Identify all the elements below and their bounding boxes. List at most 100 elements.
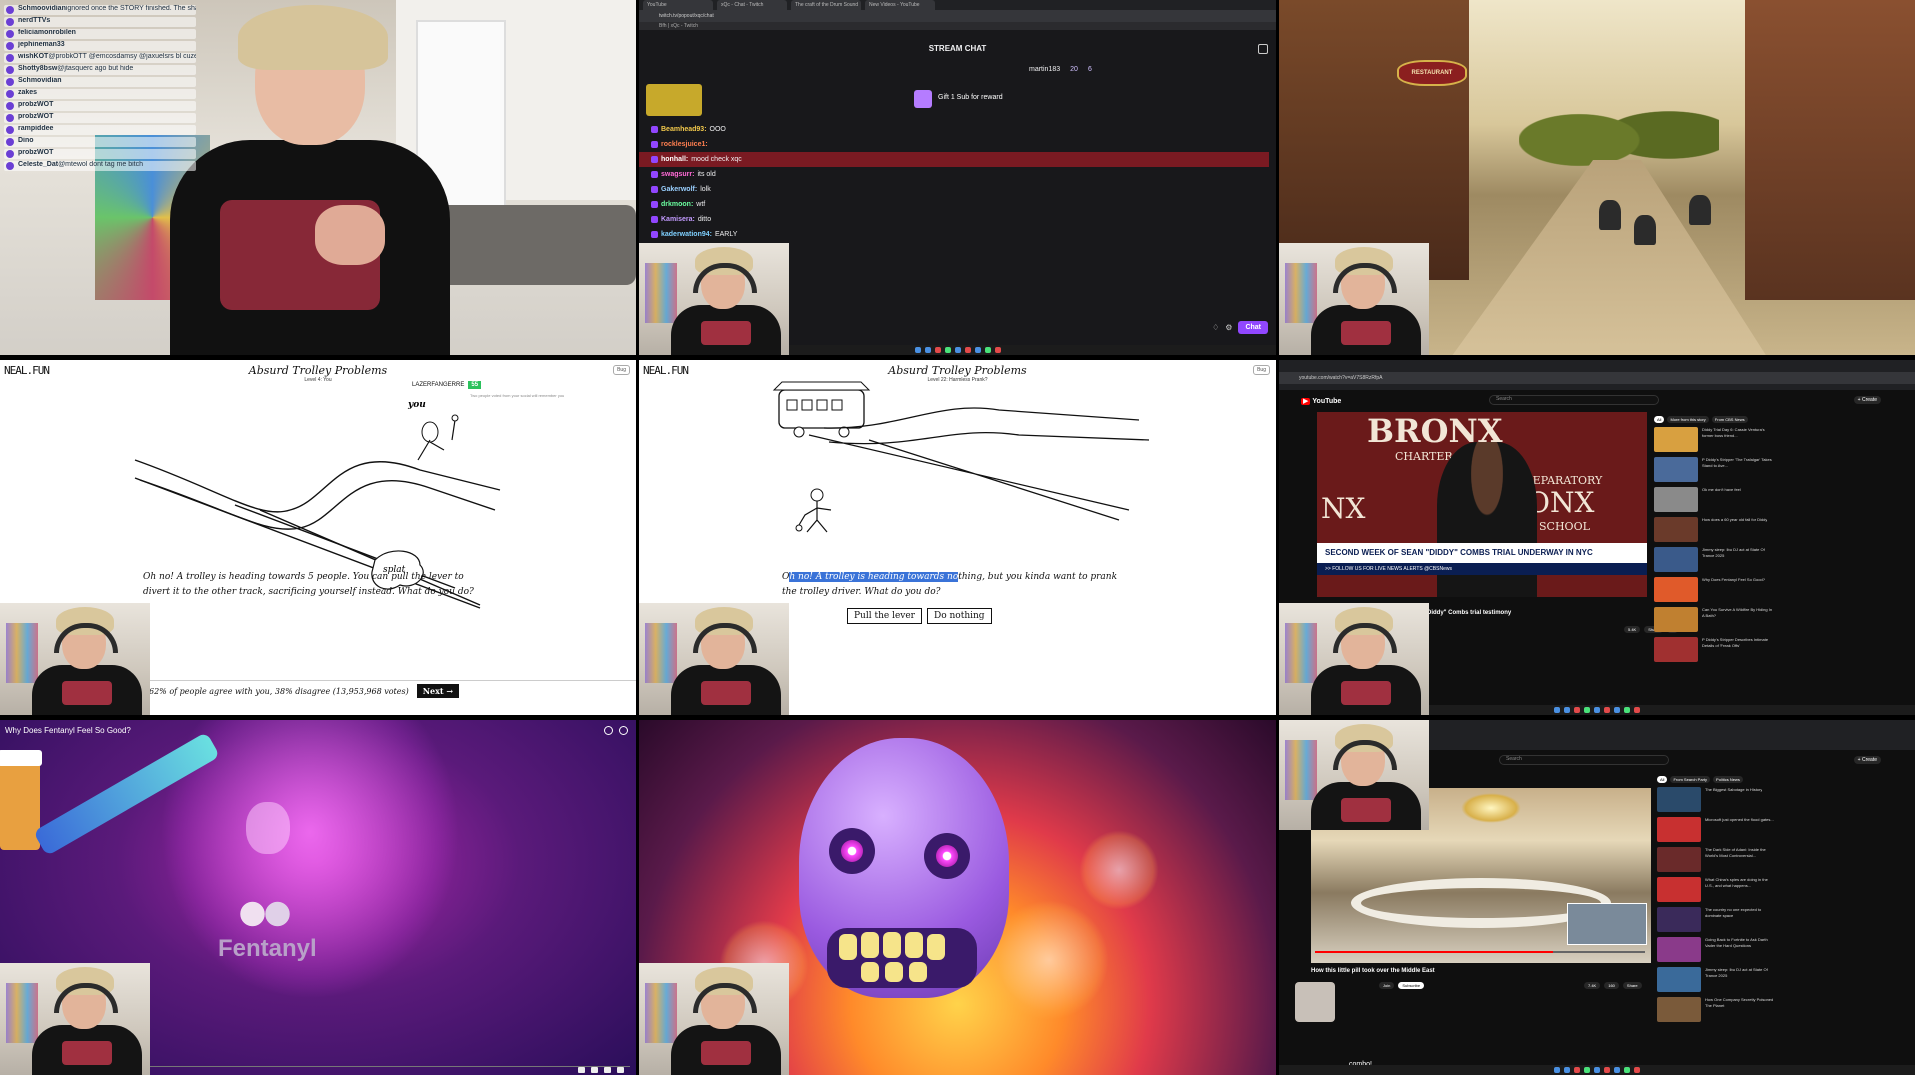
- skull-video[interactable]: [639, 720, 1276, 1075]
- recommended-video[interactable]: Diddy Trial Day 6: Cassie Ventura's form…: [1654, 427, 1774, 454]
- create-button[interactable]: + Create: [1853, 396, 1881, 404]
- subtitles-icon[interactable]: [591, 1067, 598, 1073]
- video-thumbnail[interactable]: [1657, 847, 1701, 872]
- gift-sub-text[interactable]: Gift 1 Sub for reward: [938, 94, 1003, 101]
- video-thumbnail[interactable]: [1657, 997, 1701, 1022]
- chat-username[interactable]: Gakerwolf:: [661, 186, 697, 193]
- users-icon[interactable]: [1258, 44, 1268, 54]
- recommended-video-title[interactable]: Jimmy sleep: Ibu DJ act at State Of Tran…: [1702, 547, 1774, 574]
- recommended-video-title[interactable]: Jimmy sleep: Ibu DJ act at State Of Tran…: [1705, 967, 1777, 994]
- join-button[interactable]: Join: [1379, 982, 1395, 989]
- channel-avatar[interactable]: [1295, 982, 1335, 1022]
- miniplayer-icon[interactable]: [604, 1067, 611, 1073]
- recommended-video-title[interactable]: P Diddy's Stripper Describes Intimate De…: [1702, 637, 1774, 664]
- chat-username[interactable]: honhall:: [661, 156, 688, 163]
- recommended-video[interactable]: Microsoft just opened the flood gates...: [1657, 817, 1777, 844]
- dislike-count[interactable]: 160: [1604, 982, 1619, 989]
- recommended-video[interactable]: Can You Survive A Wildfire By Hiding In …: [1654, 607, 1774, 634]
- video-thumbnail[interactable]: [1654, 487, 1698, 512]
- recommended-video-title[interactable]: What China's spies are doing in the U.S.…: [1705, 877, 1777, 904]
- video-thumbnail[interactable]: [1657, 907, 1701, 932]
- recommended-video[interactable]: The Biggest Sabotage in History: [1657, 787, 1777, 814]
- video-thumbnail[interactable]: [1654, 607, 1698, 632]
- recommended-video[interactable]: Jimmy sleep: Ibu DJ act at State Of Tran…: [1657, 967, 1777, 994]
- recommended-video-title[interactable]: Why Does Fentanyl Feel So Good?: [1702, 577, 1765, 604]
- browser-tab[interactable]: New Videos - YouTube: [865, 0, 935, 10]
- filter-chip[interactable]: From CBS News: [1711, 416, 1748, 423]
- share-icon[interactable]: [619, 726, 628, 735]
- browser-tab[interactable]: YouTube: [643, 0, 713, 10]
- gift-icon[interactable]: [914, 90, 932, 108]
- recommended-video-title[interactable]: The Dark Side of Adani: Inside the World…: [1705, 847, 1777, 874]
- filter-chip[interactable]: More from this story: [1667, 416, 1709, 423]
- recommended-video[interactable]: How does a 60 year old fall for Diddy: [1654, 517, 1774, 544]
- recommended-video[interactable]: The country no one expected to dominate …: [1657, 907, 1777, 934]
- recommended-video-title[interactable]: Diddy Trial Day 6: Cassie Ventura's form…: [1702, 427, 1774, 454]
- address-bar[interactable]: twitch.tv/popout/xqc/chat: [639, 10, 1276, 22]
- video-thumbnail[interactable]: [1657, 877, 1701, 902]
- filter-chip[interactable]: From Search Party: [1670, 776, 1711, 783]
- recommended-video[interactable]: Jimmy sleep: Ibu DJ act at State Of Tran…: [1654, 547, 1774, 574]
- bits-icon[interactable]: ♢: [1212, 323, 1219, 332]
- video-thumbnail[interactable]: [1657, 937, 1701, 962]
- recommended-video-title[interactable]: How One Company Secretly Poisoned The Pl…: [1705, 997, 1777, 1024]
- chat-username[interactable]: kaderwation94:: [661, 231, 712, 238]
- browser-tab[interactable]: xQc - Chat - Twitch: [717, 0, 787, 10]
- fullscreen-icon[interactable]: [617, 1067, 624, 1073]
- recommended-video-title[interactable]: How does a 60 year old fall for Diddy: [1702, 517, 1767, 544]
- browser-tab[interactable]: The craft of the Drum Sound: [791, 0, 861, 10]
- bookmarks-bar[interactable]: Bfh | xQc - Twitch: [639, 22, 1276, 30]
- recommended-video[interactable]: Why Does Fentanyl Feel So Good?: [1654, 577, 1774, 604]
- recommended-video[interactable]: Ok me don't have feel: [1654, 487, 1774, 514]
- pull-lever-button[interactable]: Pull the lever: [847, 608, 922, 624]
- chat-username[interactable]: drkmoon:: [661, 201, 693, 208]
- video-thumbnail[interactable]: [1654, 637, 1698, 662]
- video-thumbnail[interactable]: [1654, 457, 1698, 482]
- fentanyl-video[interactable]: Fentanyl Why Does Fentanyl Feel So Good?: [0, 720, 636, 1075]
- chat-username[interactable]: Beamhead93:: [661, 126, 707, 133]
- address-bar[interactable]: youtube.com/watch?v=aV7S8RzRfpA: [1279, 372, 1915, 384]
- video-thumbnail[interactable]: [1654, 577, 1698, 602]
- recommended-video-title[interactable]: Going Back to Fortnite to Ask Darth Vade…: [1705, 937, 1777, 964]
- chat-username[interactable]: rocklesjuice1:: [661, 141, 708, 148]
- share-button[interactable]: Share: [1622, 982, 1642, 989]
- leader-username[interactable]: martin183: [1029, 66, 1060, 73]
- chat-username[interactable]: Kamisera:: [661, 216, 695, 223]
- youtube-logo[interactable]: ▶ YouTube: [1301, 397, 1341, 405]
- like-button[interactable]: 7.4K: [1584, 982, 1601, 989]
- chat-send-button[interactable]: Chat: [1238, 321, 1268, 334]
- video-player[interactable]: BRONX CHARTER SCHOOL PREPARATORY NX ONX …: [1317, 412, 1647, 597]
- search-input[interactable]: Search: [1499, 755, 1669, 765]
- recommended-video-title[interactable]: Microsoft just opened the flood gates...: [1705, 817, 1774, 844]
- settings-icon[interactable]: [578, 1067, 585, 1073]
- video-progress-bar[interactable]: [130, 1066, 630, 1067]
- video-thumbnail[interactable]: [1657, 787, 1701, 812]
- like-button[interactable]: 5.4K: [1624, 626, 1641, 633]
- recommended-video-title[interactable]: The Biggest Sabotage in History: [1705, 787, 1762, 814]
- recommended-video-title[interactable]: The country no one expected to dominate …: [1705, 907, 1777, 934]
- watch-later-icon[interactable]: [604, 726, 613, 735]
- video-thumbnail[interactable]: [1657, 817, 1701, 842]
- recommended-video[interactable]: P Diddy's Stripper Describes Intimate De…: [1654, 637, 1774, 664]
- subscribe-button[interactable]: Subscribe: [1398, 982, 1425, 989]
- next-button[interactable]: Next →: [416, 684, 460, 698]
- recommended-video[interactable]: Going Back to Fortnite to Ask Darth Vade…: [1657, 937, 1777, 964]
- do-nothing-button[interactable]: Do nothing: [927, 608, 992, 624]
- video-thumbnail[interactable]: [1654, 517, 1698, 542]
- chat-username[interactable]: swagsurr:: [661, 171, 694, 178]
- filter-chip[interactable]: All: [1654, 416, 1665, 423]
- video-thumbnail[interactable]: [1657, 967, 1701, 992]
- recommended-video-title[interactable]: Ok me don't have feel: [1702, 487, 1741, 514]
- recommended-video[interactable]: How One Company Secretly Poisoned The Pl…: [1657, 997, 1777, 1024]
- video-thumbnail[interactable]: [1654, 427, 1698, 452]
- recommended-video-title[interactable]: Can You Survive A Wildfire By Hiding In …: [1702, 607, 1774, 634]
- search-input[interactable]: Search: [1489, 395, 1659, 405]
- filter-chip[interactable]: All: [1657, 776, 1668, 783]
- recommended-video[interactable]: What China's spies are doing in the U.S.…: [1657, 877, 1777, 904]
- recommended-video-title[interactable]: P Diddy's Stripper 'The Trafalgar' Takes…: [1702, 457, 1774, 484]
- create-button[interactable]: + Create: [1853, 756, 1881, 764]
- settings-icon[interactable]: ⚙: [1225, 323, 1232, 332]
- filter-chip[interactable]: Politics News: [1713, 776, 1743, 783]
- recommended-video[interactable]: The Dark Side of Adani: Inside the World…: [1657, 847, 1777, 874]
- progress-bar[interactable]: [1315, 951, 1645, 953]
